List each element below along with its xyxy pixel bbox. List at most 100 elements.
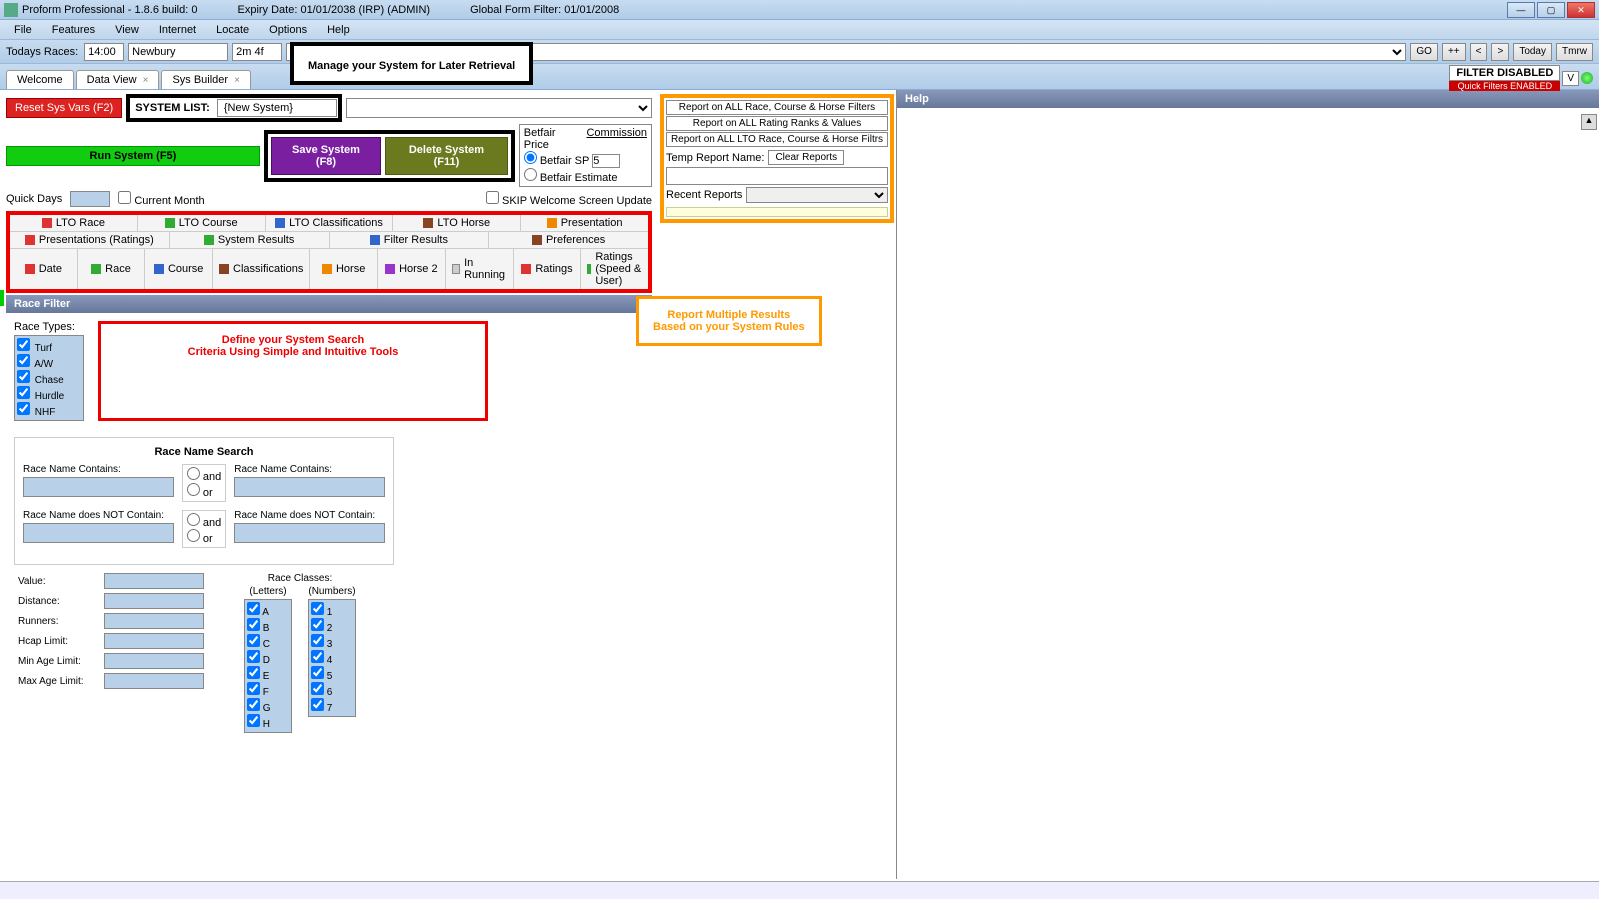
notcontain-label: Race Name does NOT Contain:: [23, 510, 174, 521]
race-type-hurdle[interactable]: Hurdle: [17, 386, 81, 402]
system-list-dropdown[interactable]: [346, 98, 652, 118]
filter-tab-horse-2[interactable]: Horse 2: [378, 249, 446, 289]
next-button[interactable]: >: [1491, 43, 1509, 61]
clear-reports-button[interactable]: Clear Reports: [768, 150, 844, 165]
go-button[interactable]: GO: [1410, 43, 1438, 61]
race-type-a/w[interactable]: A/W: [17, 354, 81, 370]
and-radio[interactable]: and: [187, 471, 221, 483]
menu-locate[interactable]: Locate: [206, 22, 259, 38]
contains-input-2[interactable]: [234, 477, 385, 497]
minage-input[interactable]: [104, 653, 204, 669]
class-number-5[interactable]: 5: [311, 666, 353, 682]
class-letter-B[interactable]: B: [247, 618, 289, 634]
quick-days-input[interactable]: [70, 191, 110, 207]
betfair-estimate-radio[interactable]: Betfair Estimate: [524, 172, 618, 184]
report-lto-button[interactable]: Report on ALL LTO Race, Course & Horse F…: [666, 132, 888, 147]
close-button[interactable]: ✕: [1567, 2, 1595, 18]
class-letter-E[interactable]: E: [247, 666, 289, 682]
or-radio[interactable]: or: [187, 487, 213, 499]
race-time-input[interactable]: [84, 43, 124, 61]
system-list-value[interactable]: {New System}: [217, 99, 337, 117]
class-number-1[interactable]: 1: [311, 602, 353, 618]
filter-tab-race[interactable]: Race: [78, 249, 146, 289]
class-number-6[interactable]: 6: [311, 682, 353, 698]
class-number-4[interactable]: 4: [311, 650, 353, 666]
menu-help[interactable]: Help: [317, 22, 360, 38]
filter-tab-ratings-speed-user-[interactable]: Ratings (Speed & User): [581, 249, 648, 289]
tab-icon: [154, 264, 164, 274]
class-letter-F[interactable]: F: [247, 682, 289, 698]
class-letter-D[interactable]: D: [247, 650, 289, 666]
filter-tab-system-results[interactable]: System Results: [170, 232, 330, 248]
temp-report-input[interactable]: [666, 167, 888, 185]
save-system-button[interactable]: Save System (F8): [271, 137, 381, 175]
tab-welcome[interactable]: Welcome: [6, 70, 74, 89]
value-input[interactable]: [104, 573, 204, 589]
class-letter-H[interactable]: H: [247, 714, 289, 730]
or-radio[interactable]: or: [187, 533, 213, 545]
close-icon[interactable]: ×: [234, 75, 240, 86]
menu-options[interactable]: Options: [259, 22, 317, 38]
current-month-checkbox[interactable]: Current Month: [118, 191, 204, 207]
filter-tab-lto-horse[interactable]: LTO Horse: [393, 215, 521, 231]
menu-internet[interactable]: Internet: [149, 22, 206, 38]
maximize-button[interactable]: ▢: [1537, 2, 1565, 18]
filter-tab-course[interactable]: Course: [145, 249, 213, 289]
prev-button[interactable]: <: [1470, 43, 1488, 61]
maxage-input[interactable]: [104, 673, 204, 689]
filter-tab-filter-results[interactable]: Filter Results: [330, 232, 490, 248]
tab-sysbuilder[interactable]: Sys Builder×: [161, 70, 250, 89]
filter-tab-lto-classifications[interactable]: LTO Classifications: [266, 215, 394, 231]
plusplus-button[interactable]: ++: [1442, 43, 1466, 61]
filter-tab-lto-race[interactable]: LTO Race: [10, 215, 138, 231]
tomorrow-button[interactable]: Tmrw: [1556, 43, 1593, 61]
race-type-chase[interactable]: Chase: [17, 370, 81, 386]
hcap-input[interactable]: [104, 633, 204, 649]
race-type-nhf[interactable]: NHF: [17, 402, 81, 418]
todays-races-label: Todays Races:: [6, 46, 78, 58]
filter-tab-classifications[interactable]: Classifications: [213, 249, 310, 289]
race-dist-input[interactable]: [232, 43, 282, 61]
and-radio[interactable]: and: [187, 517, 221, 529]
report-all-filters-button[interactable]: Report on ALL Race, Course & Horse Filte…: [666, 100, 888, 115]
run-system-button[interactable]: Run System (F5): [6, 146, 260, 166]
commission-input[interactable]: [592, 154, 620, 168]
today-button[interactable]: Today: [1513, 43, 1552, 61]
filter-tab-preferences[interactable]: Preferences: [489, 232, 648, 248]
filter-tab-lto-course[interactable]: LTO Course: [138, 215, 266, 231]
filter-tab-date[interactable]: Date: [10, 249, 78, 289]
delete-system-button[interactable]: Delete System (F11): [385, 137, 508, 175]
class-letter-C[interactable]: C: [247, 634, 289, 650]
menu-view[interactable]: View: [105, 22, 149, 38]
menu-features[interactable]: Features: [42, 22, 105, 38]
recent-reports-dropdown[interactable]: [746, 187, 888, 203]
skip-welcome-checkbox[interactable]: SKIP Welcome Screen Update: [486, 191, 652, 207]
scroll-up-icon[interactable]: ▲: [1581, 114, 1597, 130]
reset-sys-vars-button[interactable]: Reset Sys Vars (F2): [6, 98, 122, 118]
filter-tab-presentations-ratings-[interactable]: Presentations (Ratings): [10, 232, 170, 248]
filter-tab-presentation[interactable]: Presentation: [521, 215, 648, 231]
class-number-3[interactable]: 3: [311, 634, 353, 650]
notcontain-input-2[interactable]: [234, 523, 385, 543]
close-icon[interactable]: ×: [143, 75, 149, 86]
runners-input[interactable]: [104, 613, 204, 629]
menu-file[interactable]: File: [4, 22, 42, 38]
class-number-7[interactable]: 7: [311, 698, 353, 714]
filter-tab-horse[interactable]: Horse: [310, 249, 378, 289]
race-type-turf[interactable]: Turf: [17, 338, 81, 354]
betfair-sp-radio[interactable]: Betfair SP: [524, 155, 589, 167]
tab-label: Data View: [87, 74, 137, 86]
minimize-button[interactable]: —: [1507, 2, 1535, 18]
contains-input-1[interactable]: [23, 477, 174, 497]
class-letter-G[interactable]: G: [247, 698, 289, 714]
tab-dataview[interactable]: Data View ×: [76, 70, 160, 89]
notcontain-input-1[interactable]: [23, 523, 174, 543]
report-ratings-button[interactable]: Report on ALL Rating Ranks & Values: [666, 116, 888, 131]
class-letter-A[interactable]: A: [247, 602, 289, 618]
distance-input[interactable]: [104, 593, 204, 609]
class-number-2[interactable]: 2: [311, 618, 353, 634]
filter-tab-in-running[interactable]: In Running: [446, 249, 514, 289]
race-course-input[interactable]: [128, 43, 228, 61]
filter-tab-ratings[interactable]: Ratings: [514, 249, 582, 289]
filter-v-button[interactable]: V: [1562, 71, 1579, 86]
